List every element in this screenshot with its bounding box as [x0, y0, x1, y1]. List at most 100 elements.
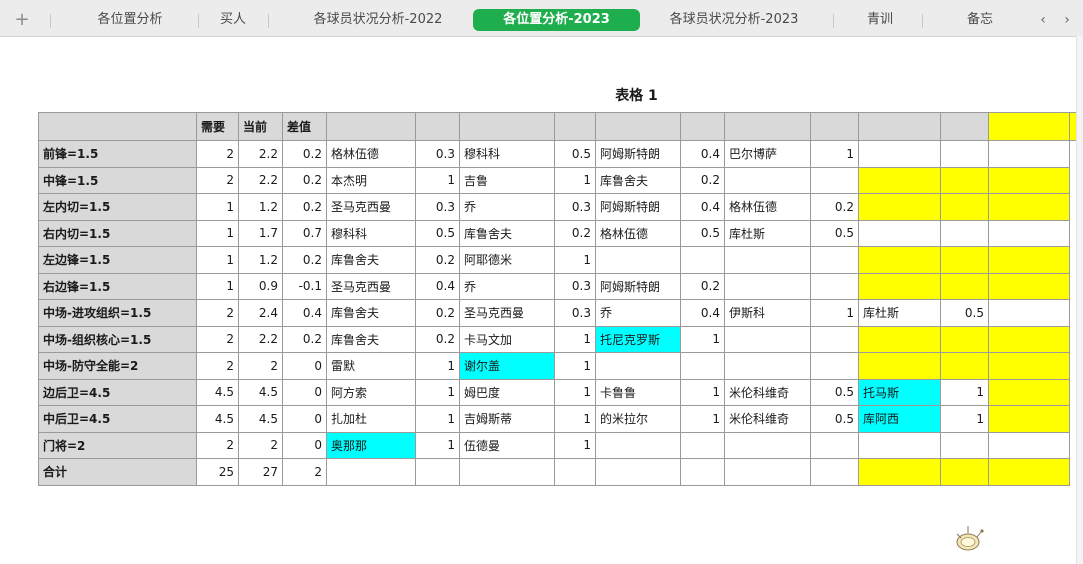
need-cell[interactable]: 1	[196, 193, 239, 221]
player-name-cell[interactable]	[595, 352, 681, 380]
player-name-cell[interactable]: 吉姆斯蒂	[459, 405, 555, 433]
diff-cell[interactable]: 0.2	[282, 166, 327, 194]
player-name-cell[interactable]: 吉鲁	[459, 166, 555, 194]
header-cell[interactable]	[940, 112, 989, 141]
player-name-cell[interactable]: 阿方索	[326, 378, 416, 406]
player-name-cell[interactable]	[858, 246, 941, 274]
player-weight-cell[interactable]	[680, 246, 725, 274]
player-weight-cell[interactable]: 0.2	[680, 272, 725, 300]
diff-cell[interactable]: 0.2	[282, 140, 327, 168]
header-cell[interactable]	[810, 112, 859, 141]
player-name-cell[interactable]: 扎加杜	[326, 405, 416, 433]
player-weight-cell[interactable]: 1	[415, 431, 460, 459]
position-label-cell[interactable]: 右边锋=1.5	[38, 272, 197, 300]
player-name-cell[interactable]	[595, 246, 681, 274]
header-cell[interactable]	[595, 112, 681, 141]
current-cell[interactable]: 2.2	[238, 166, 283, 194]
player-weight-cell[interactable]: 1	[554, 431, 596, 459]
player-name-cell[interactable]: 乔	[459, 272, 555, 300]
current-cell[interactable]: 27	[238, 458, 283, 486]
need-cell[interactable]: 2	[196, 140, 239, 168]
player-name-cell[interactable]: 米伦科维奇	[724, 405, 811, 433]
player-name-cell[interactable]: 库杜斯	[858, 299, 941, 327]
player-name-cell[interactable]: 阿姆斯特朗	[595, 272, 681, 300]
player-name-cell[interactable]: 阿耶德米	[459, 246, 555, 274]
player-weight-cell[interactable]	[940, 140, 989, 168]
current-cell[interactable]: 2.4	[238, 299, 283, 327]
player-name-cell[interactable]: 格林伍德	[326, 140, 416, 168]
need-cell[interactable]: 2	[196, 431, 239, 459]
player-name-cell[interactable]	[858, 431, 941, 459]
edge-cell[interactable]	[988, 352, 1070, 380]
diff-cell[interactable]: 0.7	[282, 219, 327, 247]
edge-cell[interactable]	[988, 405, 1070, 433]
player-weight-cell[interactable]: 0.2	[415, 246, 460, 274]
player-name-cell[interactable]: 乔	[595, 299, 681, 327]
player-name-cell[interactable]: 米伦科维奇	[724, 378, 811, 406]
player-name-cell[interactable]: 格林伍德	[595, 219, 681, 247]
player-name-cell[interactable]	[858, 140, 941, 168]
player-name-cell[interactable]	[858, 219, 941, 247]
player-name-cell[interactable]	[326, 458, 416, 486]
need-cell[interactable]: 2	[196, 352, 239, 380]
player-weight-cell[interactable]: 0.3	[415, 140, 460, 168]
player-weight-cell[interactable]	[810, 272, 859, 300]
player-name-cell[interactable]: 托马斯	[858, 378, 941, 406]
edge-cell[interactable]	[988, 299, 1070, 327]
player-name-cell[interactable]	[858, 352, 941, 380]
player-weight-cell[interactable]: 1	[554, 246, 596, 274]
edge-cell[interactable]	[988, 272, 1070, 300]
position-label-cell[interactable]: 中场-防守全能=2	[38, 352, 197, 380]
player-weight-cell[interactable]: 1	[680, 325, 725, 353]
player-weight-cell[interactable]	[940, 219, 989, 247]
need-cell[interactable]: 25	[196, 458, 239, 486]
player-name-cell[interactable]	[595, 431, 681, 459]
player-weight-cell[interactable]: 1	[680, 378, 725, 406]
player-name-cell[interactable]: 乔	[459, 193, 555, 221]
player-name-cell[interactable]: 库杜斯	[724, 219, 811, 247]
position-label-cell[interactable]: 左内切=1.5	[38, 193, 197, 221]
player-weight-cell[interactable]: 1	[554, 378, 596, 406]
player-name-cell[interactable]	[724, 352, 811, 380]
player-name-cell[interactable]: 雷默	[326, 352, 416, 380]
player-name-cell[interactable]	[858, 193, 941, 221]
current-cell[interactable]: 2	[238, 352, 283, 380]
position-label-cell[interactable]: 中场-进攻组织=1.5	[38, 299, 197, 327]
player-weight-cell[interactable]: 0.5	[554, 140, 596, 168]
player-weight-cell[interactable]: 1	[554, 166, 596, 194]
position-label-cell[interactable]: 右内切=1.5	[38, 219, 197, 247]
player-name-cell[interactable]: 库鲁舍夫	[326, 325, 416, 353]
player-name-cell[interactable]: 穆科科	[326, 219, 416, 247]
player-name-cell[interactable]: 圣马克西曼	[326, 272, 416, 300]
player-name-cell[interactable]: 卡鲁鲁	[595, 378, 681, 406]
player-name-cell[interactable]: 库鲁舍夫	[595, 166, 681, 194]
player-name-cell[interactable]: 伊斯科	[724, 299, 811, 327]
position-label-cell[interactable]: 门将=2	[38, 431, 197, 459]
diff-cell[interactable]: 0.4	[282, 299, 327, 327]
header-cell[interactable]: 当前	[238, 112, 283, 141]
edge-cell[interactable]	[988, 458, 1070, 486]
player-name-cell[interactable]	[858, 458, 941, 486]
position-label-cell[interactable]: 边后卫=4.5	[38, 378, 197, 406]
edge-cell[interactable]	[988, 246, 1070, 274]
player-weight-cell[interactable]	[810, 246, 859, 274]
diff-cell[interactable]: 2	[282, 458, 327, 486]
edge-cell[interactable]	[988, 166, 1070, 194]
diff-cell[interactable]: 0	[282, 431, 327, 459]
tab-position-analysis-2023[interactable]: 各位置分析-2023	[473, 9, 640, 31]
add-sheet-button[interactable]: +	[6, 9, 38, 31]
position-label-cell[interactable]: 中场-组织核心=1.5	[38, 325, 197, 353]
edge-cell[interactable]	[988, 378, 1070, 406]
player-weight-cell[interactable]	[810, 325, 859, 353]
edge-cell[interactable]	[988, 431, 1070, 459]
player-name-cell[interactable]	[858, 166, 941, 194]
need-cell[interactable]: 1	[196, 246, 239, 274]
player-name-cell[interactable]: 的米拉尔	[595, 405, 681, 433]
player-weight-cell[interactable]: 1	[415, 405, 460, 433]
position-label-cell[interactable]: 前锋=1.5	[38, 140, 197, 168]
player-weight-cell[interactable]	[810, 431, 859, 459]
player-weight-cell[interactable]: 1	[415, 352, 460, 380]
diff-cell[interactable]: 0.2	[282, 246, 327, 274]
player-name-cell[interactable]: 格林伍德	[724, 193, 811, 221]
player-name-cell[interactable]: 奥那那	[326, 431, 416, 459]
